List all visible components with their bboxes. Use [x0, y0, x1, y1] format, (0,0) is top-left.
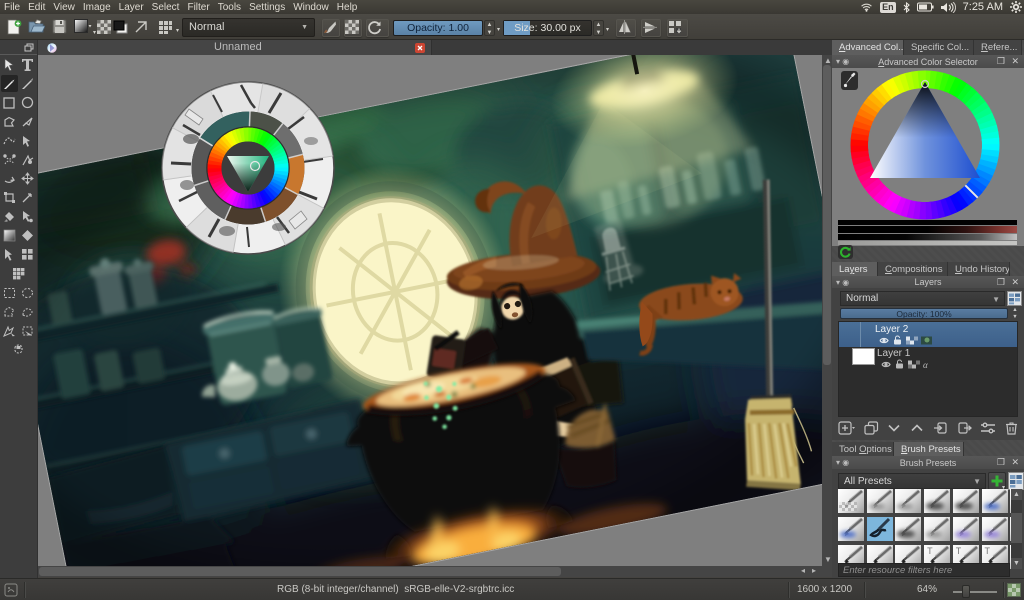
svg-text:α: α [923, 360, 928, 370]
